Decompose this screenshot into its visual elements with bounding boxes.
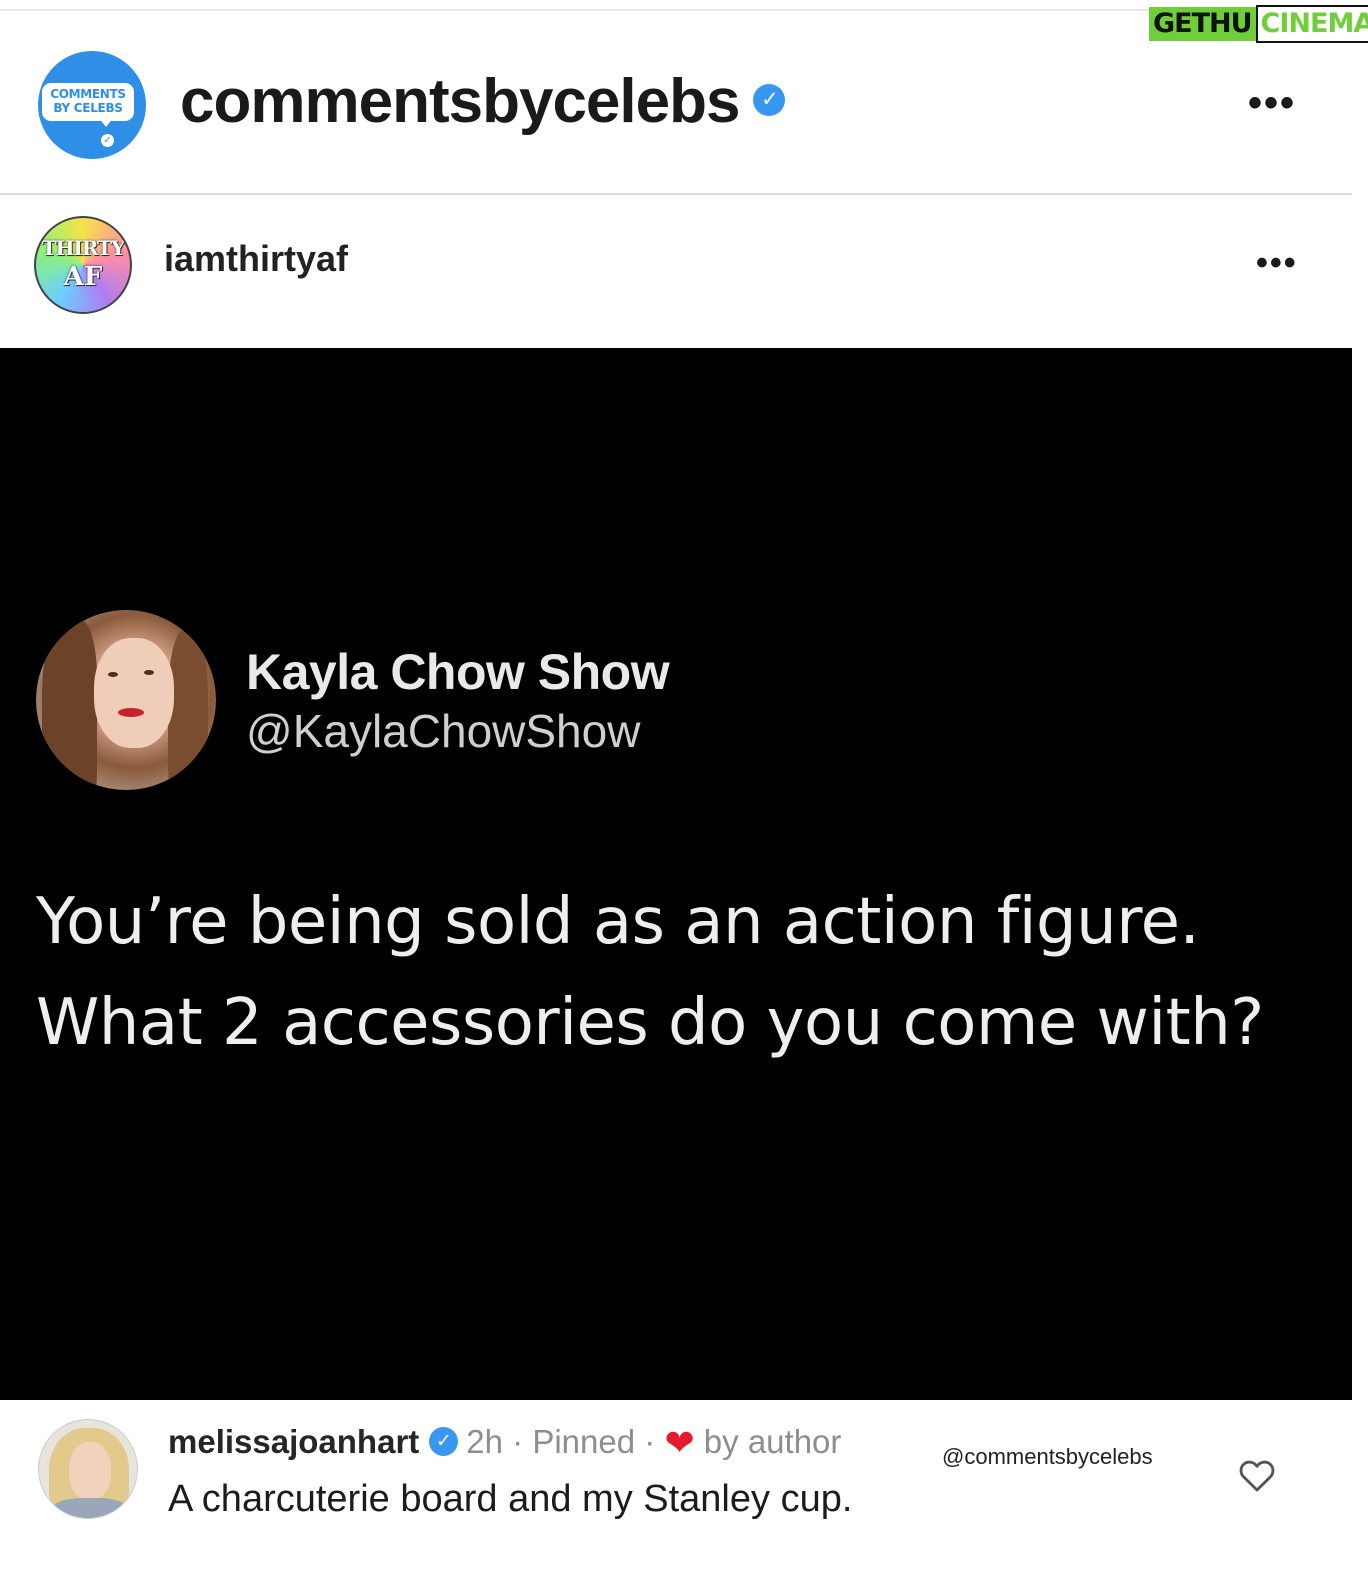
tweet-author-avatar [36, 610, 216, 790]
avatar-face [94, 638, 174, 748]
tweet-text-line1: You’re being sold as an action figure. [36, 885, 1200, 959]
post-author-username[interactable]: iamthirtyaf [164, 239, 348, 279]
pinned-comment: melissajoanhart ✓ 2h · Pinned · ❤ by autho… [0, 1400, 1352, 1587]
pinned-label: Pinned [532, 1423, 636, 1460]
avatar-eye-left [108, 672, 118, 677]
tweet-author-name: Kayla Chow Show [246, 644, 670, 700]
watermark-part1: GETHU [1149, 7, 1256, 41]
verified-badge-icon: ✓ [429, 1426, 459, 1456]
tweet-text-line2: What 2 accessories do you come with? [36, 986, 1264, 1060]
commenter-username[interactable]: melissajoanhart [168, 1423, 419, 1460]
screenshot-page: COMMENTS BY CELEBS ✓ commentsbycelebs ✓ •… [0, 0, 1368, 1587]
speech-bubble-icon: COMMENTS BY CELEBS [42, 83, 134, 127]
comment-meta: melissajoanhart ✓ 2h · Pinned · ❤ by autho… [168, 1422, 841, 1463]
post-header: THIRTY AF iamthirtyaf ••• [0, 195, 1352, 348]
bubble-tail [98, 117, 114, 127]
avatar-text-line2: BY CELEBS [53, 101, 123, 115]
account-username-row: commentsbycelebs ✓ [180, 67, 786, 137]
liked-by-author-label: by author [703, 1423, 842, 1460]
avatar-eye-right [144, 670, 154, 675]
post-image[interactable]: Kayla Chow Show @KaylaChowShow You’re be… [0, 348, 1352, 1400]
avatar-text-line1: COMMENTS [50, 87, 126, 101]
commenter-avatar[interactable] [38, 1419, 138, 1519]
meta-separator: · [512, 1423, 524, 1460]
watermark-part2: CINEMA [1255, 5, 1368, 43]
tweet-text: You’re being sold as an action figure. W… [36, 872, 1336, 1074]
avatar-check-icon: ✓ [101, 134, 114, 147]
post-author-avatar[interactable]: THIRTY AF [34, 216, 132, 314]
tweet-author-handle: @KaylaChowShow [246, 705, 641, 757]
heart-filled-icon: ❤ [664, 1422, 695, 1463]
heart-outline-icon[interactable] [1238, 1457, 1276, 1493]
post-avatar-text-line1: THIRTY [41, 236, 126, 260]
post-more-options-icon[interactable]: ••• [1256, 246, 1298, 280]
post-avatar-text-line2: AF [63, 262, 103, 292]
avatar-lips [118, 708, 144, 717]
commenter-avatar-shirt [51, 1498, 129, 1518]
commenter-avatar-face [69, 1442, 111, 1500]
avatar-hair-right [168, 630, 208, 790]
account-username[interactable]: commentsbycelebs [180, 67, 740, 136]
avatar-hair-left [42, 620, 97, 790]
meta-separator: · [644, 1423, 656, 1460]
more-options-icon[interactable]: ••• [1248, 83, 1296, 123]
account-avatar[interactable]: COMMENTS BY CELEBS ✓ [38, 51, 146, 159]
watermark-logo: GETHU CINEMA [1149, 5, 1368, 43]
credit-watermark: @commentsbycelebs [942, 1444, 1153, 1469]
verified-badge-icon: ✓ [753, 83, 786, 116]
comment-text: A charcuterie board and my Stanley cup. [168, 1478, 853, 1520]
comment-time: 2h [466, 1423, 503, 1460]
